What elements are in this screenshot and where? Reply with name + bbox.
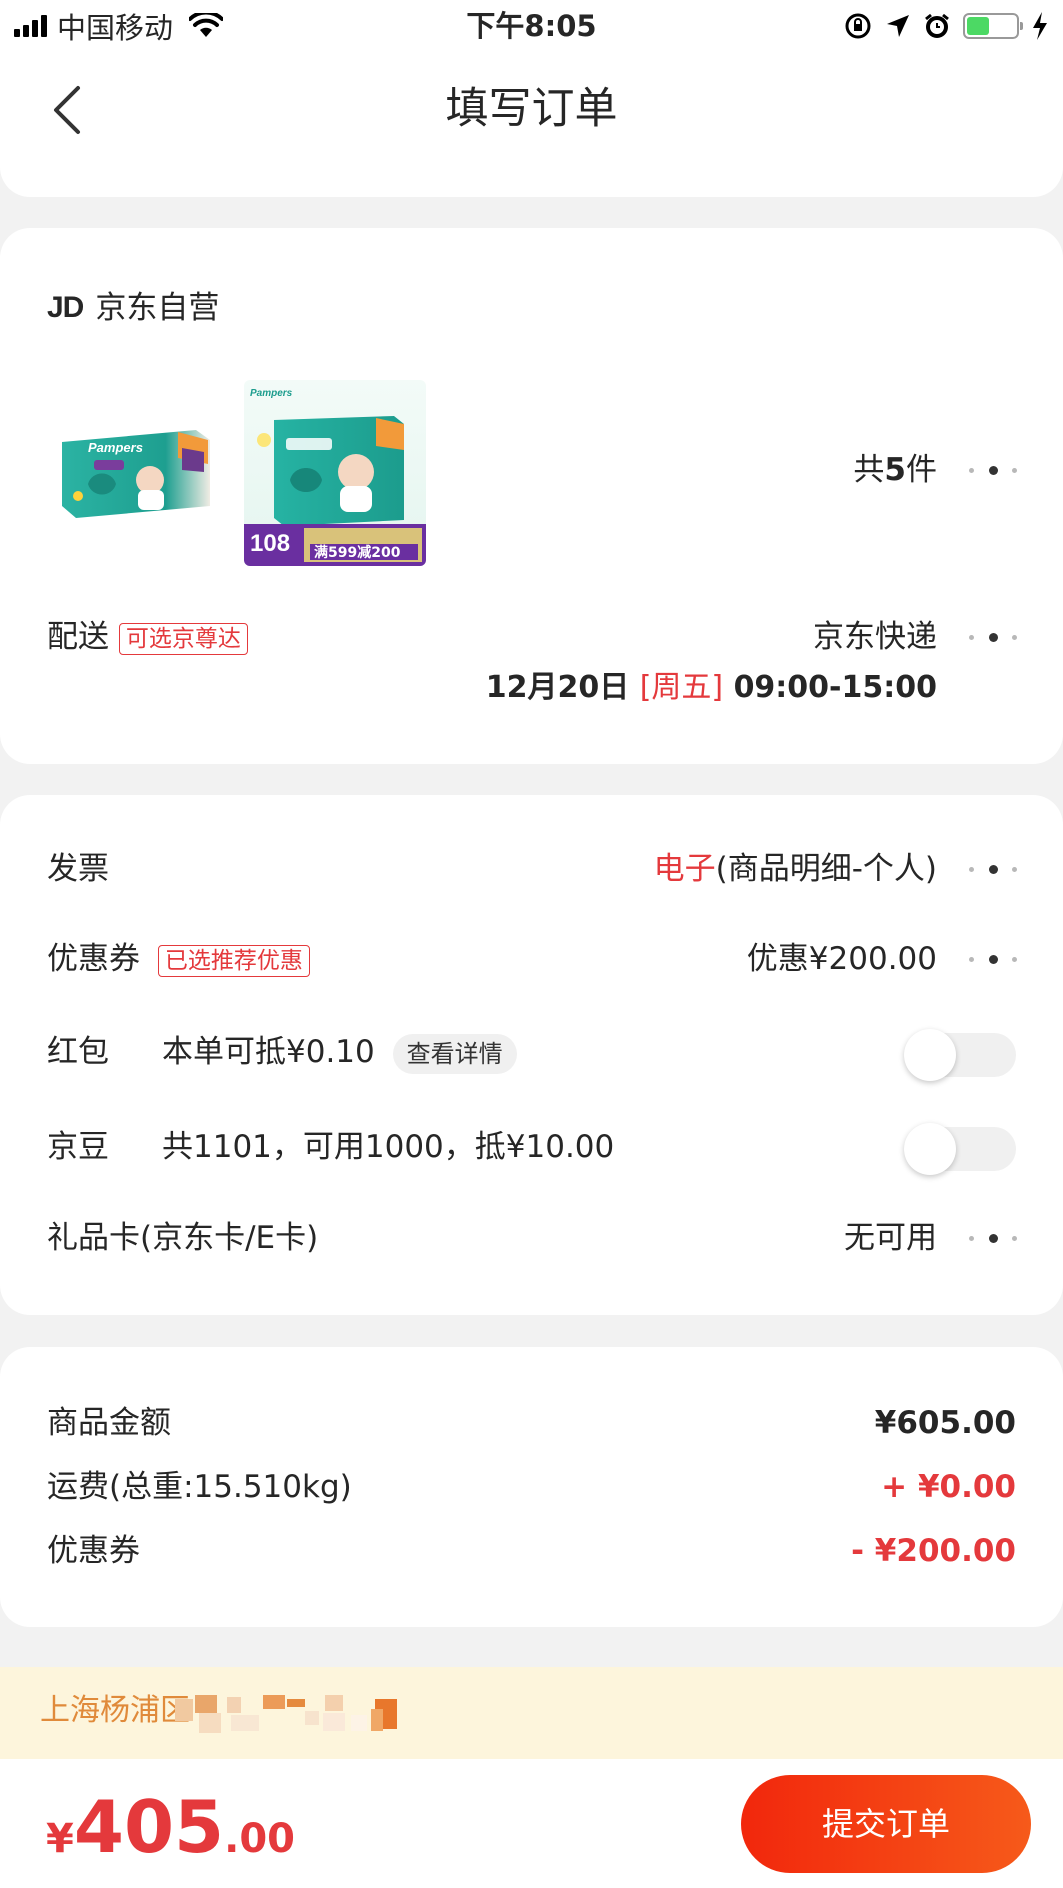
redpacket-desc: 本单可抵¥0.10 查看详情 [162,1032,517,1074]
svg-text:Pampers: Pampers [250,388,293,399]
delivery-row[interactable]: 配送 可选京尊达 [47,617,248,657]
delivery-time[interactable]: 12月20日 [周五] 09:00-15:00 [486,668,937,708]
summary-coupon-value: - ¥200.00 [851,1533,1016,1569]
total-price: ¥405.00 [46,1785,295,1869]
redpacket-detail-button[interactable]: 查看详情 [392,1033,517,1074]
delivery-label: 配送 [47,619,109,655]
status-bar: 中国移动 下午8:05 [0,0,1063,54]
delivery-tag[interactable]: 可选京尊达 [118,622,248,655]
coupon-value[interactable]: 优惠¥200.00 [747,939,937,979]
address-text: 上海杨浦区 [40,1693,190,1728]
signal-icon [14,15,47,37]
giftcard-more-icon[interactable] [969,1228,1017,1248]
items-more-icon[interactable] [969,460,1017,480]
product-image-1[interactable]: Pampers [58,424,214,522]
giftcard-label: 礼品卡(京东卡/E卡) [47,1220,319,1256]
wifi-icon [189,13,224,37]
freight-label: 运费(总重:15.510kg) [47,1469,352,1505]
svg-text:Pampers: Pampers [88,440,143,455]
redpacket-toggle[interactable] [904,1029,1016,1081]
summary-coupon-label: 优惠券 [47,1533,140,1569]
delivery-method[interactable]: 京东快递 [813,617,937,657]
coupon-row[interactable]: 优惠券 已选推荐优惠 [47,939,310,979]
location-arrow-icon [887,15,909,37]
checkout-bar: ¥405.00 提交订单 [0,1759,1063,1888]
carrier-label: 中国移动 [57,11,174,45]
shop-card: JD 京东自营 Pampers Pampers 108 满599减200 共5件… [0,228,1063,764]
product-promo-text: 满599减200 [314,544,401,561]
rotation-lock-icon [845,13,871,39]
shop-name: 京东自营 [95,290,220,326]
product-image-2[interactable]: Pampers 108 满599减200 [244,380,426,566]
jingdou-desc: 共1101，可用1000，抵¥10.00 [162,1129,615,1165]
coupon-tag: 已选推荐优惠 [157,944,310,977]
jingdou-label: 京豆 [47,1129,109,1165]
product-badge-number: 108 [250,530,290,557]
coupon-more-icon[interactable] [969,949,1017,969]
page-title: 填写订单 [445,84,618,134]
address-mosaic [175,1695,397,1733]
nav-bar: 填写订单 [0,54,1063,197]
summary-card: 商品金额 ¥605.00 运费(总重:15.510kg) + ¥0.00 优惠券… [0,1347,1063,1627]
battery-icon [963,13,1023,39]
submit-order-button[interactable]: 提交订单 [741,1775,1031,1873]
goods-amount-value: ¥605.00 [874,1405,1016,1441]
shop-header: JD 京东自营 [47,288,219,328]
charging-icon [1033,12,1047,40]
options-card: 发票 电子(商品明细-个人) 优惠券 已选推荐优惠 优惠¥200.00 红包 本… [0,795,1063,1315]
redpacket-label: 红包 [47,1034,109,1070]
delivery-more-icon[interactable] [969,627,1017,647]
invoice-value[interactable]: 电子(商品明细-个人) [654,849,937,889]
invoice-more-icon[interactable] [969,859,1017,879]
jingdou-toggle[interactable] [904,1123,1016,1175]
alarm-icon [925,13,949,38]
item-count[interactable]: 共5件 [853,450,937,490]
invoice-label: 发票 [47,851,109,887]
giftcard-value[interactable]: 无可用 [844,1218,937,1258]
goods-amount-label: 商品金额 [47,1405,171,1441]
freight-value: + ¥0.00 [881,1469,1016,1505]
jd-logo: JD [47,291,84,324]
address-bar[interactable]: 上海杨浦区 [0,1667,1063,1759]
